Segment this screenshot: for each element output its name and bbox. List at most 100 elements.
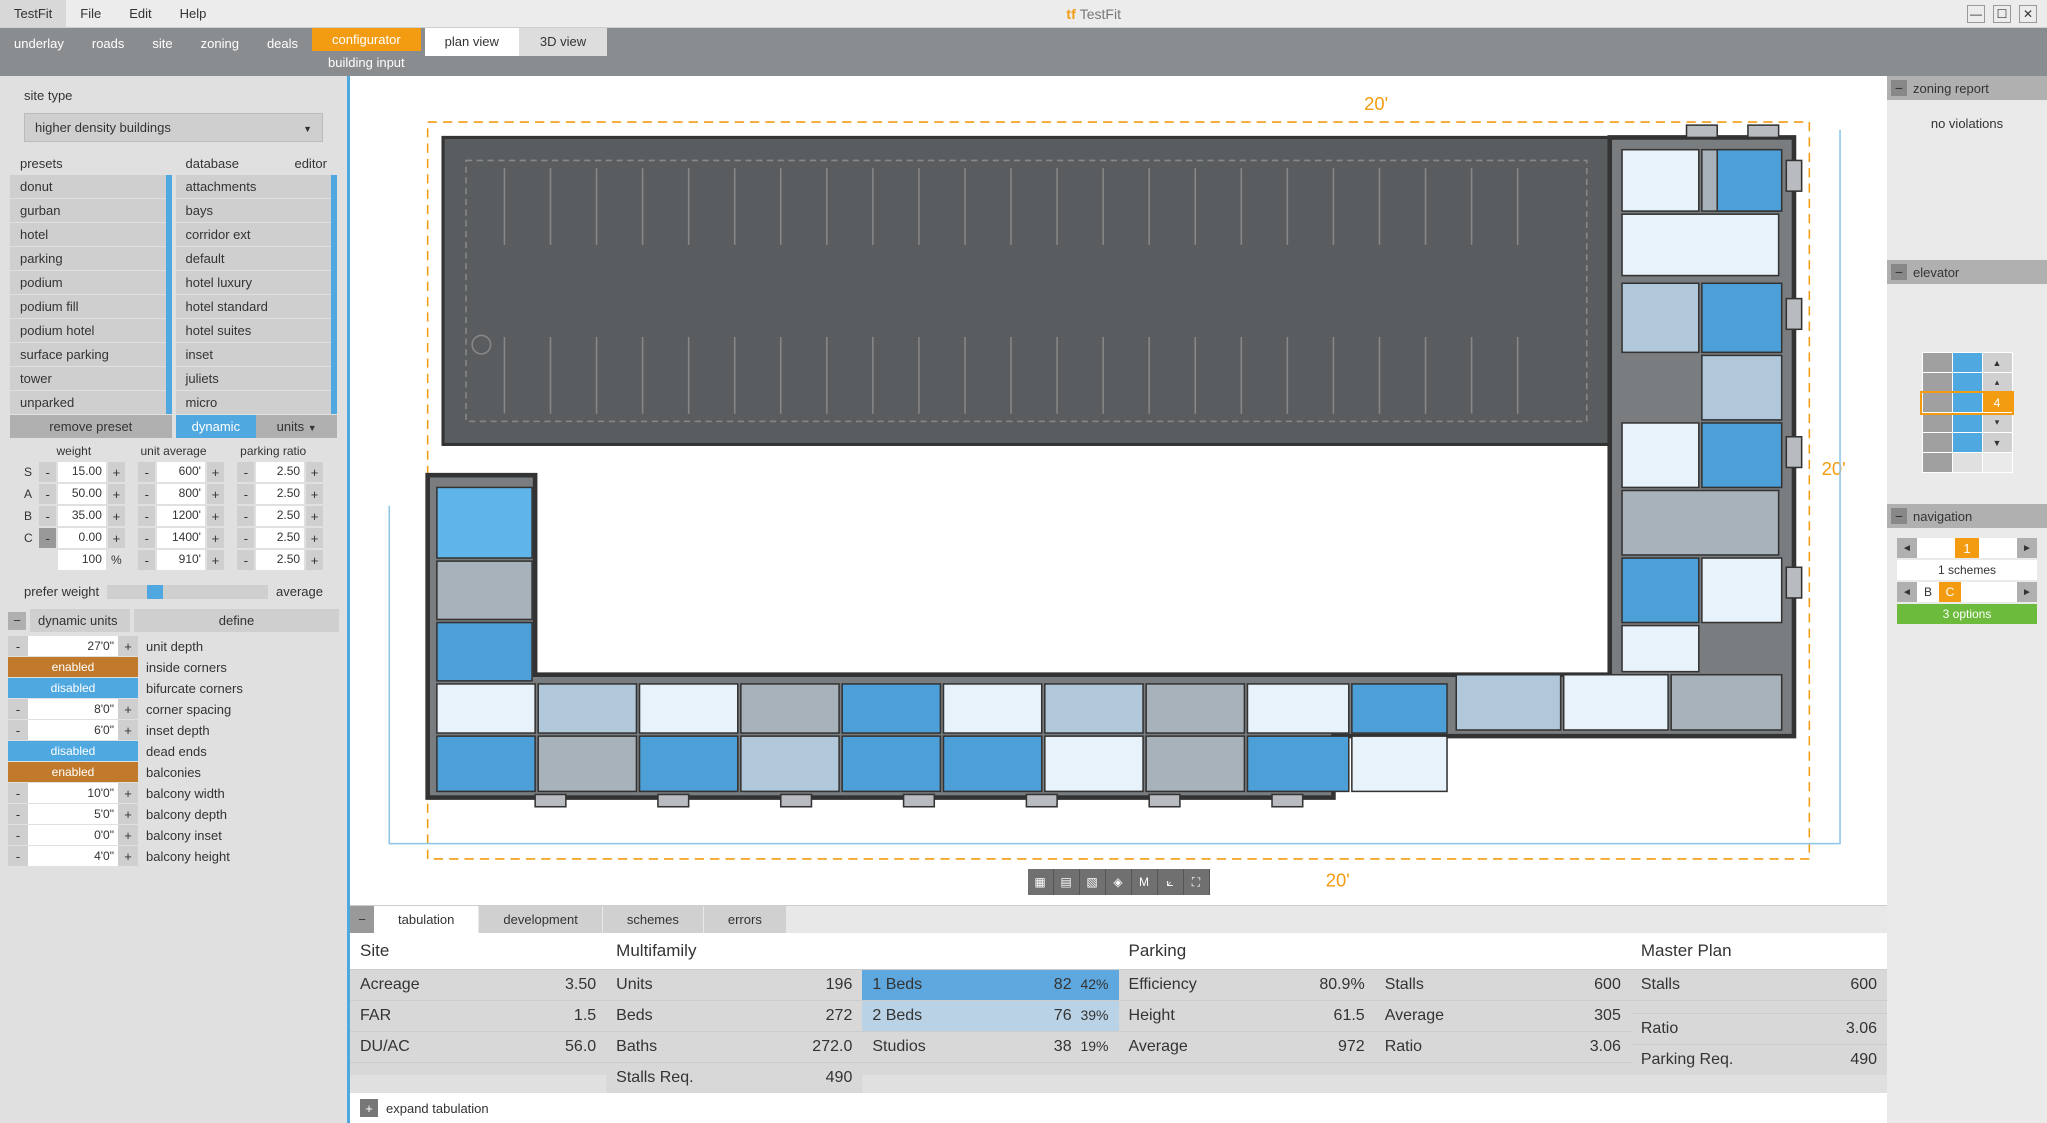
remove-preset-button[interactable]: remove preset [10, 415, 172, 438]
elev-down[interactable]: ▾ [1982, 413, 2012, 433]
preset-item[interactable]: gurban [10, 199, 166, 222]
preset-item[interactable]: tower [10, 367, 166, 390]
collapse-navigation[interactable]: − [1891, 508, 1907, 524]
elev-down-bottom[interactable]: ▼ [1982, 433, 2012, 453]
unit-plus[interactable]: + [207, 528, 224, 548]
weight-plus[interactable]: + [108, 462, 125, 482]
park-val[interactable]: 2.50 [256, 506, 304, 526]
weight-minus[interactable]: - [39, 462, 56, 482]
dyn-minus[interactable]: - [8, 636, 28, 656]
tot-p-val[interactable]: 2.50 [256, 550, 304, 570]
dyn-minus[interactable]: - [8, 699, 28, 719]
weight-val[interactable]: 0.00 [58, 528, 106, 548]
nav-next-scheme[interactable]: ► [2017, 538, 2037, 558]
dyn-plus[interactable]: + [118, 720, 138, 740]
dyn-minus[interactable]: - [8, 804, 28, 824]
nav-prev-opt[interactable]: ◄ [1897, 582, 1917, 602]
preset-item[interactable]: podium hotel [10, 319, 166, 342]
menu-file[interactable]: File [66, 0, 115, 27]
dynamic-button[interactable]: dynamic [176, 415, 257, 438]
dyn-minus[interactable]: - [8, 720, 28, 740]
tot-u-val[interactable]: 910' [157, 550, 205, 570]
menu-testfit[interactable]: TestFit [0, 0, 66, 27]
park-minus[interactable]: - [237, 506, 254, 526]
tab-plan-view[interactable]: plan view [425, 28, 520, 56]
tool-fullscreen-icon[interactable]: ⛶ [1184, 869, 1210, 895]
unit-plus[interactable]: + [207, 506, 224, 526]
weight-slider[interactable] [107, 585, 268, 599]
unit-plus[interactable]: + [207, 484, 224, 504]
tot-u-minus[interactable]: - [138, 550, 155, 570]
dyn-plus[interactable]: + [118, 825, 138, 845]
db-item[interactable]: attachments [176, 175, 332, 198]
nav-next-opt[interactable]: ► [2017, 582, 2037, 602]
maximize-button[interactable]: ☐ [1993, 5, 2011, 23]
preset-item[interactable]: podium fill [10, 295, 166, 318]
db-item[interactable]: hotel standard [176, 295, 332, 318]
dyn-toggle[interactable]: disabled [8, 678, 138, 698]
elev-up-top[interactable]: ▲ [1982, 353, 2012, 373]
weight-val[interactable]: 50.00 [58, 484, 106, 504]
tool-3-icon[interactable]: ▧ [1080, 869, 1106, 895]
dyn-plus[interactable]: + [118, 636, 138, 656]
preset-item[interactable]: surface parking [10, 343, 166, 366]
park-minus[interactable]: - [237, 462, 254, 482]
unit-minus[interactable]: - [138, 484, 155, 504]
unit-minus[interactable]: - [138, 528, 155, 548]
preset-item[interactable]: podium [10, 271, 166, 294]
park-plus[interactable]: + [306, 462, 323, 482]
collapse-dynamic-units[interactable]: − [8, 612, 26, 630]
tab-roads[interactable]: roads [78, 28, 139, 59]
dyn-toggle[interactable]: disabled [8, 741, 138, 761]
dyn-minus[interactable]: - [8, 846, 28, 866]
dyn-val[interactable]: 8'0" [28, 699, 118, 719]
park-plus[interactable]: + [306, 506, 323, 526]
park-val[interactable]: 2.50 [256, 528, 304, 548]
dyn-toggle[interactable]: enabled [8, 657, 138, 677]
tab-building-input[interactable]: building input [312, 51, 421, 74]
menu-edit[interactable]: Edit [115, 0, 165, 27]
weight-plus[interactable]: + [108, 506, 125, 526]
park-plus[interactable]: + [306, 484, 323, 504]
tab-deals[interactable]: deals [253, 28, 312, 59]
park-minus[interactable]: - [237, 484, 254, 504]
tool-m-icon[interactable]: M [1132, 869, 1158, 895]
tool-2-icon[interactable]: ▤ [1054, 869, 1080, 895]
tab-tabulation[interactable]: tabulation [374, 906, 478, 933]
editor-label[interactable]: editor [294, 156, 327, 171]
weight-minus[interactable]: - [39, 484, 56, 504]
preset-item[interactable]: parking [10, 247, 166, 270]
db-item[interactable]: corridor ext [176, 223, 332, 246]
weight-val[interactable]: 35.00 [58, 506, 106, 526]
tool-1-icon[interactable]: ▦ [1028, 869, 1054, 895]
db-item[interactable]: juliets [176, 367, 332, 390]
site-type-dropdown[interactable]: higher density buildings [24, 113, 323, 142]
dyn-plus[interactable]: + [118, 846, 138, 866]
preset-item[interactable]: unparked [10, 391, 166, 414]
db-item[interactable]: micro [176, 391, 332, 414]
preset-item[interactable]: hotel [10, 223, 166, 246]
tot-u-plus[interactable]: + [207, 550, 224, 570]
define-button[interactable]: define [134, 609, 339, 632]
collapse-tabulation[interactable]: − [350, 906, 374, 933]
dyn-minus[interactable]: - [8, 783, 28, 803]
weight-val[interactable]: 15.00 [58, 462, 106, 482]
dyn-plus[interactable]: + [118, 783, 138, 803]
tool-measure-icon[interactable]: ⟀ [1158, 869, 1184, 895]
menu-help[interactable]: Help [166, 0, 221, 27]
plan-canvas[interactable]: 20' 20' 20' [350, 76, 1887, 905]
dyn-val[interactable]: 5'0" [28, 804, 118, 824]
park-plus[interactable]: + [306, 528, 323, 548]
weight-plus[interactable]: + [108, 484, 125, 504]
nav-opt-c[interactable]: C [1939, 582, 1961, 602]
elev-up[interactable]: ▴ [1982, 373, 2012, 393]
tab-zoning[interactable]: zoning [187, 28, 253, 59]
tab-site[interactable]: site [138, 28, 186, 59]
tab-schemes[interactable]: schemes [603, 906, 703, 933]
dyn-plus[interactable]: + [118, 699, 138, 719]
unit-minus[interactable]: - [138, 462, 155, 482]
unit-val[interactable]: 1400' [157, 528, 205, 548]
tool-3d-icon[interactable]: ◈ [1106, 869, 1132, 895]
tab-3d-view[interactable]: 3D view [520, 28, 607, 56]
weight-minus[interactable]: - [39, 506, 56, 526]
